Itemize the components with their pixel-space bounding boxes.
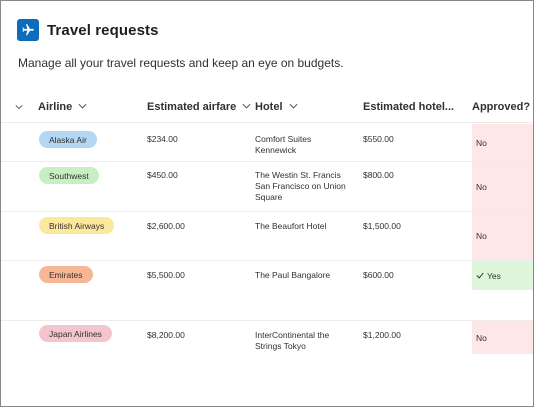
- hotel-line: InterContinental the: [255, 330, 330, 340]
- column-label-hotel-cost: Estimated hotel...: [363, 101, 455, 113]
- airplane-icon: [17, 19, 39, 41]
- hotel-cost-cell: $550.00: [363, 134, 394, 144]
- airline-pill: Southwest: [39, 167, 99, 184]
- approved-cell: No: [472, 212, 533, 260]
- airfare-cell: $2,600.00: [147, 221, 185, 231]
- chevron-down-icon: [242, 101, 251, 113]
- select-all-chevron-icon[interactable]: [15, 91, 23, 123]
- airfare-cell: $450.00: [147, 170, 178, 180]
- hotel-line: Comfort Suites: [255, 134, 312, 144]
- hotel-line: San Francisco on Union: [255, 181, 346, 191]
- hotel-cost-cell: $1,500.00: [363, 221, 401, 231]
- table-row[interactable]: British Airways $2,600.00 The Beaufort H…: [1, 212, 533, 261]
- table-row[interactable]: Emirates $5,500.00 The Paul Bangalore $6…: [1, 261, 533, 321]
- approved-cell: Yes: [472, 261, 533, 290]
- airline-pill: Emirates: [39, 266, 93, 283]
- approved-value: No: [476, 231, 487, 241]
- hotel-line: The Paul Bangalore: [255, 270, 331, 280]
- column-header-estimated-airfare[interactable]: Estimated airfare: [147, 91, 251, 123]
- table-row[interactable]: Japan Airlines $8,200.00 InterContinenta…: [1, 321, 533, 381]
- airline-pill: Japan Airlines: [39, 325, 112, 342]
- table-row[interactable]: Alaska Air $234.00 Comfort Suites Kennew…: [1, 124, 533, 162]
- airline-pill: Alaska Air: [39, 131, 97, 148]
- column-header-hotel[interactable]: Hotel: [255, 91, 298, 123]
- hotel-line: Strings Tokyo: [255, 341, 306, 351]
- approved-cell: No: [472, 162, 533, 211]
- hotel-line: Kennewick: [255, 145, 297, 155]
- hotel-cell: The Beaufort Hotel: [255, 221, 326, 232]
- chevron-down-icon: [78, 101, 87, 113]
- airline-pill: British Airways: [39, 217, 115, 234]
- check-icon: [476, 271, 484, 281]
- approved-value: Yes: [487, 270, 501, 281]
- approved-value: No: [476, 137, 487, 148]
- column-header-airline[interactable]: Airline: [38, 91, 87, 123]
- chevron-down-icon: [289, 101, 298, 113]
- approved-value: No: [476, 332, 487, 343]
- column-header-estimated-hotel[interactable]: Estimated hotel...: [363, 91, 454, 123]
- hotel-line: Square: [255, 192, 283, 202]
- hotel-line: The Beaufort Hotel: [255, 221, 327, 231]
- hotel-cost-cell: $600.00: [363, 270, 394, 280]
- page-title: Travel requests: [47, 21, 159, 39]
- approved-value: No: [476, 181, 487, 192]
- page-description: Manage all your travel requests and keep…: [18, 56, 344, 70]
- hotel-cell: InterContinental the Strings Tokyo: [255, 330, 329, 352]
- airfare-cell: $5,500.00: [147, 270, 185, 280]
- hotel-cost-cell: $1,200.00: [363, 330, 401, 340]
- table-row[interactable]: Southwest $450.00 The Westin St. Francis…: [1, 162, 533, 212]
- list-header: Travel requests: [17, 19, 159, 41]
- column-label-airline: Airline: [38, 101, 73, 113]
- approved-cell: No: [472, 124, 533, 161]
- airfare-cell: $234.00: [147, 134, 178, 144]
- airfare-cell: $8,200.00: [147, 330, 185, 340]
- hotel-cell: The Westin St. Francis San Francisco on …: [255, 170, 346, 203]
- column-header-row: Airline Estimated airfare Hotel Estimate…: [1, 91, 533, 123]
- hotel-cell: Comfort Suites Kennewick: [255, 134, 311, 156]
- column-header-approved[interactable]: Approved?: [472, 91, 533, 123]
- column-label-approved: Approved?: [472, 101, 531, 113]
- hotel-line: The Westin St. Francis: [255, 170, 341, 180]
- column-label-hotel: Hotel: [255, 101, 283, 113]
- hotel-cell: The Paul Bangalore: [255, 270, 330, 281]
- hotel-cost-cell: $800.00: [363, 170, 394, 180]
- column-label-airfare: Estimated airfare: [147, 101, 237, 113]
- approved-cell: No: [472, 321, 533, 354]
- list-view: Travel requests Manage all your travel r…: [0, 0, 534, 407]
- airplane-glyph: [22, 24, 34, 36]
